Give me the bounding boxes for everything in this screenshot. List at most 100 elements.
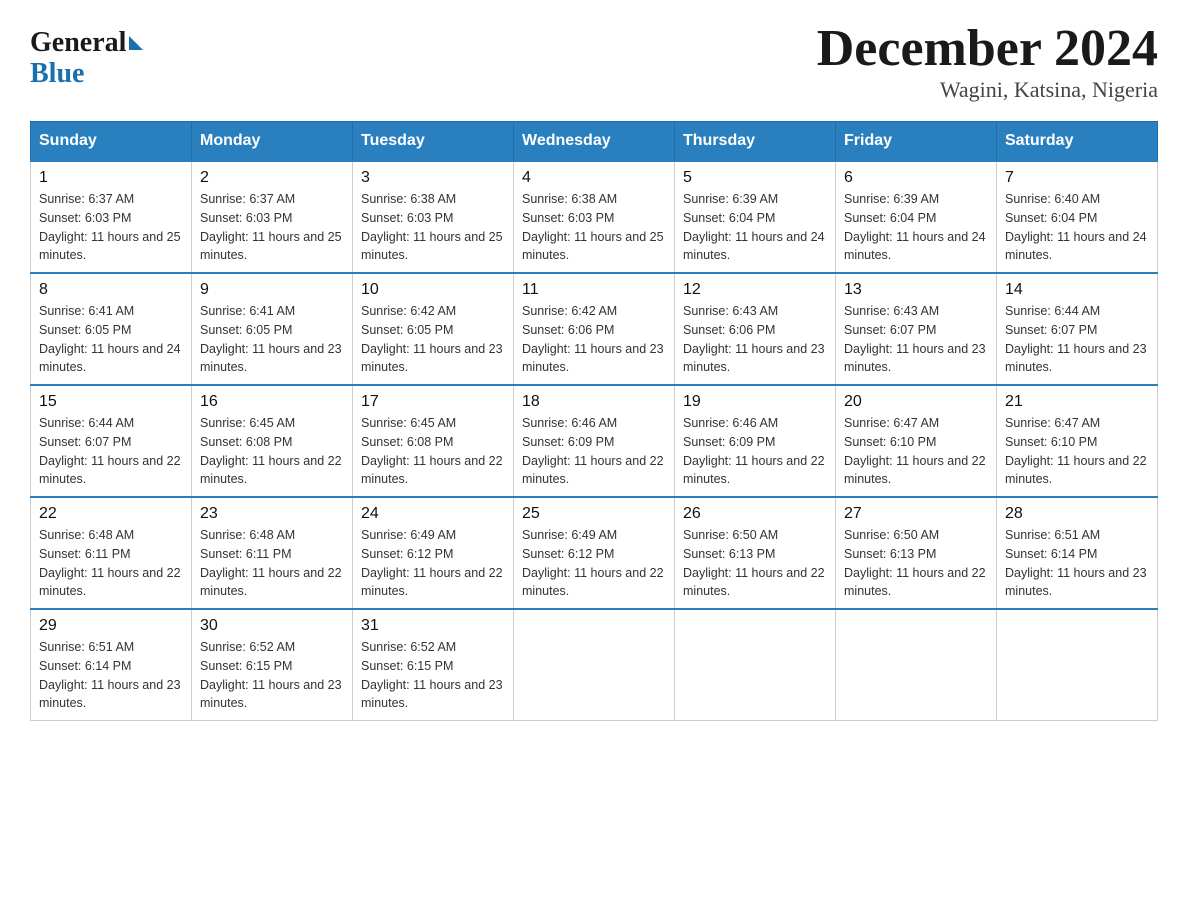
calendar-day-cell: 11 Sunrise: 6:42 AM Sunset: 6:06 PM Dayl…	[514, 273, 675, 385]
day-number: 10	[361, 281, 505, 299]
calendar-week-row: 8 Sunrise: 6:41 AM Sunset: 6:05 PM Dayli…	[31, 273, 1158, 385]
calendar-day-cell: 31 Sunrise: 6:52 AM Sunset: 6:15 PM Dayl…	[353, 609, 514, 721]
day-info: Sunrise: 6:37 AM Sunset: 6:03 PM Dayligh…	[39, 190, 183, 265]
day-info: Sunrise: 6:43 AM Sunset: 6:06 PM Dayligh…	[683, 302, 827, 377]
day-number: 13	[844, 281, 988, 299]
day-info: Sunrise: 6:42 AM Sunset: 6:06 PM Dayligh…	[522, 302, 666, 377]
day-info: Sunrise: 6:41 AM Sunset: 6:05 PM Dayligh…	[39, 302, 183, 377]
calendar-week-row: 15 Sunrise: 6:44 AM Sunset: 6:07 PM Dayl…	[31, 385, 1158, 497]
calendar-day-cell	[997, 609, 1158, 721]
page-header: General Blue December 2024 Wagini, Katsi…	[30, 20, 1158, 103]
calendar-day-cell: 20 Sunrise: 6:47 AM Sunset: 6:10 PM Dayl…	[836, 385, 997, 497]
day-info: Sunrise: 6:46 AM Sunset: 6:09 PM Dayligh…	[683, 414, 827, 489]
day-info: Sunrise: 6:40 AM Sunset: 6:04 PM Dayligh…	[1005, 190, 1149, 265]
day-info: Sunrise: 6:39 AM Sunset: 6:04 PM Dayligh…	[844, 190, 988, 265]
title-area: December 2024 Wagini, Katsina, Nigeria	[817, 20, 1158, 103]
day-number: 30	[200, 617, 344, 635]
day-number: 3	[361, 169, 505, 187]
calendar-week-row: 1 Sunrise: 6:37 AM Sunset: 6:03 PM Dayli…	[31, 161, 1158, 273]
calendar-day-cell: 24 Sunrise: 6:49 AM Sunset: 6:12 PM Dayl…	[353, 497, 514, 609]
col-sunday: Sunday	[31, 122, 192, 162]
day-info: Sunrise: 6:44 AM Sunset: 6:07 PM Dayligh…	[39, 414, 183, 489]
calendar-day-cell: 3 Sunrise: 6:38 AM Sunset: 6:03 PM Dayli…	[353, 161, 514, 273]
day-number: 5	[683, 169, 827, 187]
calendar-header-row: Sunday Monday Tuesday Wednesday Thursday…	[31, 122, 1158, 162]
calendar-day-cell: 27 Sunrise: 6:50 AM Sunset: 6:13 PM Dayl…	[836, 497, 997, 609]
day-number: 28	[1005, 505, 1149, 523]
calendar-week-row: 29 Sunrise: 6:51 AM Sunset: 6:14 PM Dayl…	[31, 609, 1158, 721]
day-number: 24	[361, 505, 505, 523]
day-info: Sunrise: 6:46 AM Sunset: 6:09 PM Dayligh…	[522, 414, 666, 489]
calendar-day-cell: 9 Sunrise: 6:41 AM Sunset: 6:05 PM Dayli…	[192, 273, 353, 385]
col-saturday: Saturday	[997, 122, 1158, 162]
day-number: 18	[522, 393, 666, 411]
day-info: Sunrise: 6:38 AM Sunset: 6:03 PM Dayligh…	[361, 190, 505, 265]
col-monday: Monday	[192, 122, 353, 162]
calendar-day-cell: 29 Sunrise: 6:51 AM Sunset: 6:14 PM Dayl…	[31, 609, 192, 721]
day-info: Sunrise: 6:37 AM Sunset: 6:03 PM Dayligh…	[200, 190, 344, 265]
calendar-day-cell: 15 Sunrise: 6:44 AM Sunset: 6:07 PM Dayl…	[31, 385, 192, 497]
day-info: Sunrise: 6:48 AM Sunset: 6:11 PM Dayligh…	[39, 526, 183, 601]
day-info: Sunrise: 6:49 AM Sunset: 6:12 PM Dayligh…	[361, 526, 505, 601]
calendar-day-cell: 25 Sunrise: 6:49 AM Sunset: 6:12 PM Dayl…	[514, 497, 675, 609]
calendar-day-cell: 2 Sunrise: 6:37 AM Sunset: 6:03 PM Dayli…	[192, 161, 353, 273]
calendar-day-cell: 4 Sunrise: 6:38 AM Sunset: 6:03 PM Dayli…	[514, 161, 675, 273]
day-number: 4	[522, 169, 666, 187]
day-info: Sunrise: 6:50 AM Sunset: 6:13 PM Dayligh…	[844, 526, 988, 601]
day-number: 11	[522, 281, 666, 299]
calendar-day-cell: 21 Sunrise: 6:47 AM Sunset: 6:10 PM Dayl…	[997, 385, 1158, 497]
calendar-day-cell: 8 Sunrise: 6:41 AM Sunset: 6:05 PM Dayli…	[31, 273, 192, 385]
day-number: 25	[522, 505, 666, 523]
day-number: 20	[844, 393, 988, 411]
day-number: 29	[39, 617, 183, 635]
calendar-day-cell: 6 Sunrise: 6:39 AM Sunset: 6:04 PM Dayli…	[836, 161, 997, 273]
day-info: Sunrise: 6:47 AM Sunset: 6:10 PM Dayligh…	[844, 414, 988, 489]
calendar-day-cell: 19 Sunrise: 6:46 AM Sunset: 6:09 PM Dayl…	[675, 385, 836, 497]
logo: General Blue	[30, 28, 143, 90]
day-info: Sunrise: 6:43 AM Sunset: 6:07 PM Dayligh…	[844, 302, 988, 377]
day-number: 2	[200, 169, 344, 187]
day-info: Sunrise: 6:38 AM Sunset: 6:03 PM Dayligh…	[522, 190, 666, 265]
col-wednesday: Wednesday	[514, 122, 675, 162]
day-number: 19	[683, 393, 827, 411]
day-info: Sunrise: 6:44 AM Sunset: 6:07 PM Dayligh…	[1005, 302, 1149, 377]
col-tuesday: Tuesday	[353, 122, 514, 162]
day-number: 1	[39, 169, 183, 187]
calendar-day-cell: 10 Sunrise: 6:42 AM Sunset: 6:05 PM Dayl…	[353, 273, 514, 385]
calendar-day-cell: 18 Sunrise: 6:46 AM Sunset: 6:09 PM Dayl…	[514, 385, 675, 497]
day-info: Sunrise: 6:39 AM Sunset: 6:04 PM Dayligh…	[683, 190, 827, 265]
day-info: Sunrise: 6:48 AM Sunset: 6:11 PM Dayligh…	[200, 526, 344, 601]
day-number: 23	[200, 505, 344, 523]
day-info: Sunrise: 6:51 AM Sunset: 6:14 PM Dayligh…	[1005, 526, 1149, 601]
calendar-day-cell: 16 Sunrise: 6:45 AM Sunset: 6:08 PM Dayl…	[192, 385, 353, 497]
calendar-day-cell: 1 Sunrise: 6:37 AM Sunset: 6:03 PM Dayli…	[31, 161, 192, 273]
col-friday: Friday	[836, 122, 997, 162]
day-number: 31	[361, 617, 505, 635]
day-number: 26	[683, 505, 827, 523]
calendar-day-cell: 12 Sunrise: 6:43 AM Sunset: 6:06 PM Dayl…	[675, 273, 836, 385]
col-thursday: Thursday	[675, 122, 836, 162]
calendar-day-cell: 23 Sunrise: 6:48 AM Sunset: 6:11 PM Dayl…	[192, 497, 353, 609]
day-info: Sunrise: 6:50 AM Sunset: 6:13 PM Dayligh…	[683, 526, 827, 601]
day-number: 8	[39, 281, 183, 299]
calendar-day-cell	[514, 609, 675, 721]
calendar-day-cell: 5 Sunrise: 6:39 AM Sunset: 6:04 PM Dayli…	[675, 161, 836, 273]
day-number: 7	[1005, 169, 1149, 187]
day-info: Sunrise: 6:45 AM Sunset: 6:08 PM Dayligh…	[200, 414, 344, 489]
day-info: Sunrise: 6:42 AM Sunset: 6:05 PM Dayligh…	[361, 302, 505, 377]
calendar-week-row: 22 Sunrise: 6:48 AM Sunset: 6:11 PM Dayl…	[31, 497, 1158, 609]
day-number: 21	[1005, 393, 1149, 411]
day-number: 12	[683, 281, 827, 299]
day-number: 15	[39, 393, 183, 411]
calendar-day-cell: 7 Sunrise: 6:40 AM Sunset: 6:04 PM Dayli…	[997, 161, 1158, 273]
day-number: 22	[39, 505, 183, 523]
calendar-day-cell: 17 Sunrise: 6:45 AM Sunset: 6:08 PM Dayl…	[353, 385, 514, 497]
day-info: Sunrise: 6:41 AM Sunset: 6:05 PM Dayligh…	[200, 302, 344, 377]
calendar-day-cell: 14 Sunrise: 6:44 AM Sunset: 6:07 PM Dayl…	[997, 273, 1158, 385]
calendar-day-cell: 13 Sunrise: 6:43 AM Sunset: 6:07 PM Dayl…	[836, 273, 997, 385]
calendar-table: Sunday Monday Tuesday Wednesday Thursday…	[30, 121, 1158, 721]
day-number: 14	[1005, 281, 1149, 299]
day-number: 16	[200, 393, 344, 411]
calendar-day-cell: 28 Sunrise: 6:51 AM Sunset: 6:14 PM Dayl…	[997, 497, 1158, 609]
calendar-day-cell: 30 Sunrise: 6:52 AM Sunset: 6:15 PM Dayl…	[192, 609, 353, 721]
